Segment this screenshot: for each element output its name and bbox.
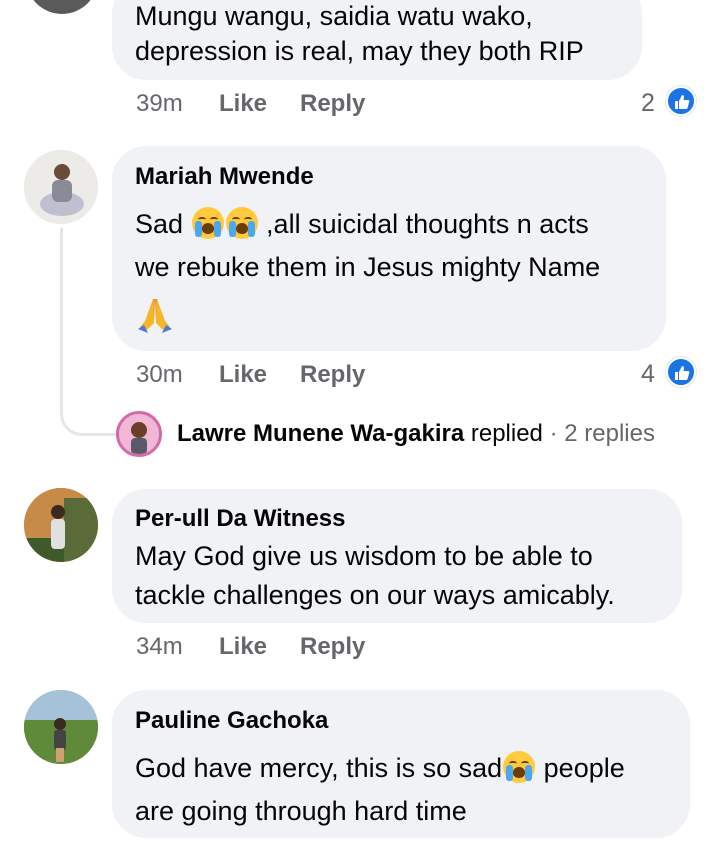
replies-count[interactable]: 2 replies bbox=[564, 420, 655, 447]
reply-button[interactable]: Reply bbox=[300, 90, 365, 118]
replier-avatar[interactable] bbox=[116, 411, 162, 457]
crying-face-icon bbox=[191, 207, 224, 239]
reaction-count[interactable]: 4 bbox=[641, 360, 655, 389]
reply-thread-line bbox=[60, 228, 120, 436]
reaction-count[interactable]: 2 bbox=[641, 89, 655, 118]
crying-face-icon bbox=[503, 751, 536, 783]
comment-text-part: people bbox=[536, 753, 625, 783]
comment-author[interactable]: Pauline Gachoka bbox=[135, 707, 328, 735]
comment-text: Sad ,all suicidal thoughts n acts bbox=[135, 203, 589, 246]
comment-time[interactable]: 34m bbox=[136, 633, 183, 661]
like-button[interactable]: Like bbox=[219, 90, 267, 118]
reply-button[interactable]: Reply bbox=[300, 633, 365, 661]
crying-face-icon bbox=[225, 207, 258, 239]
avatar-photo bbox=[24, 488, 98, 562]
comment-text: are going through hard time bbox=[135, 796, 467, 826]
like-reaction-icon bbox=[666, 86, 696, 116]
reply-button[interactable]: Reply bbox=[300, 361, 365, 389]
folded-hands-icon bbox=[136, 297, 174, 338]
avatar-photo bbox=[119, 414, 159, 454]
comment-time[interactable]: 30m bbox=[136, 361, 183, 389]
comment-text: May God give us wisdom to be able to bbox=[135, 541, 593, 571]
avatar-photo bbox=[24, 150, 98, 224]
replies-preview[interactable]: Lawre Munene Wa-gakira replied · 2 repli… bbox=[177, 420, 655, 448]
like-button[interactable]: Like bbox=[219, 633, 267, 661]
separator: · bbox=[549, 420, 558, 447]
comment-text-part: God have mercy, this is so sad bbox=[135, 753, 503, 783]
comment-text: God have mercy, this is so sad people bbox=[135, 747, 625, 790]
comment-author[interactable]: Mariah Mwende bbox=[135, 163, 314, 191]
avatar[interactable] bbox=[26, 0, 98, 14]
avatar[interactable] bbox=[24, 488, 98, 562]
comment-time[interactable]: 39m bbox=[136, 90, 183, 118]
comment-text-part: Sad bbox=[135, 209, 191, 239]
like-button[interactable]: Like bbox=[219, 361, 267, 389]
avatar-photo bbox=[24, 690, 98, 764]
comment-text: depression is real, may they both RIP bbox=[135, 36, 584, 66]
comment-text: tackle challenges on our ways amicably. bbox=[135, 580, 615, 610]
replied-text: replied bbox=[470, 420, 543, 447]
avatar[interactable] bbox=[24, 690, 98, 764]
like-reaction-icon bbox=[666, 357, 696, 387]
comment-text: we rebuke them in Jesus mighty Name bbox=[135, 252, 601, 282]
comment-author[interactable]: Per-ull Da Witness bbox=[135, 505, 346, 533]
replier-name[interactable]: Lawre Munene Wa-gakira bbox=[177, 420, 464, 447]
avatar[interactable] bbox=[24, 150, 98, 224]
comment-text-part: ,all suicidal thoughts n acts bbox=[258, 209, 589, 239]
